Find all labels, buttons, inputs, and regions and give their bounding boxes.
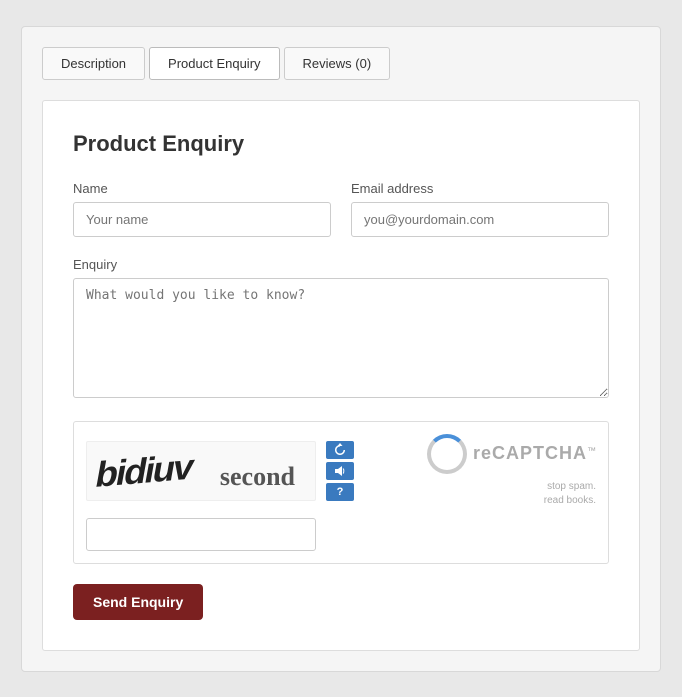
email-input[interactable] bbox=[351, 202, 609, 237]
recaptcha-section: reCAPTCHA™ stop spam. read books. bbox=[364, 434, 596, 508]
captcha-word1: bidiuv bbox=[92, 445, 195, 495]
email-group: Email address bbox=[351, 181, 609, 237]
page-card: Description Product Enquiry Reviews (0) … bbox=[21, 26, 661, 672]
tab-bar: Description Product Enquiry Reviews (0) bbox=[42, 47, 640, 80]
form-card: Product Enquiry Name Email address Enqui… bbox=[42, 100, 640, 651]
page-title: Product Enquiry bbox=[73, 131, 609, 157]
enquiry-label: Enquiry bbox=[73, 257, 609, 272]
recaptcha-tagline: stop spam. read books. bbox=[364, 480, 596, 508]
name-label: Name bbox=[73, 181, 331, 196]
name-input[interactable] bbox=[73, 202, 331, 237]
captcha-controls: ? bbox=[326, 441, 354, 501]
send-enquiry-button[interactable]: Send Enquiry bbox=[73, 584, 203, 620]
captcha-top-row: bidiuv second bbox=[86, 434, 596, 508]
help-icon: ? bbox=[337, 486, 344, 498]
captcha-audio-button[interactable] bbox=[326, 462, 354, 480]
enquiry-textarea[interactable] bbox=[73, 278, 609, 398]
recaptcha-spinner-icon bbox=[427, 434, 467, 474]
tab-product-enquiry[interactable]: Product Enquiry bbox=[149, 47, 280, 80]
tab-reviews[interactable]: Reviews (0) bbox=[284, 47, 391, 80]
name-email-row: Name Email address bbox=[73, 181, 609, 237]
captcha-image: bidiuv second bbox=[86, 441, 316, 501]
tab-description[interactable]: Description bbox=[42, 47, 145, 80]
captcha-input-row bbox=[86, 518, 596, 551]
captcha-input[interactable] bbox=[86, 518, 316, 551]
recaptcha-label: reCAPTCHA™ bbox=[473, 443, 596, 464]
enquiry-group: Enquiry bbox=[73, 257, 609, 401]
recaptcha-logo: reCAPTCHA™ bbox=[427, 434, 596, 474]
name-group: Name bbox=[73, 181, 331, 237]
captcha-help-button[interactable]: ? bbox=[326, 483, 354, 501]
captcha-word2: second bbox=[220, 462, 295, 492]
captcha-box: bidiuv second bbox=[73, 421, 609, 564]
captcha-refresh-button[interactable] bbox=[326, 441, 354, 459]
email-label: Email address bbox=[351, 181, 609, 196]
